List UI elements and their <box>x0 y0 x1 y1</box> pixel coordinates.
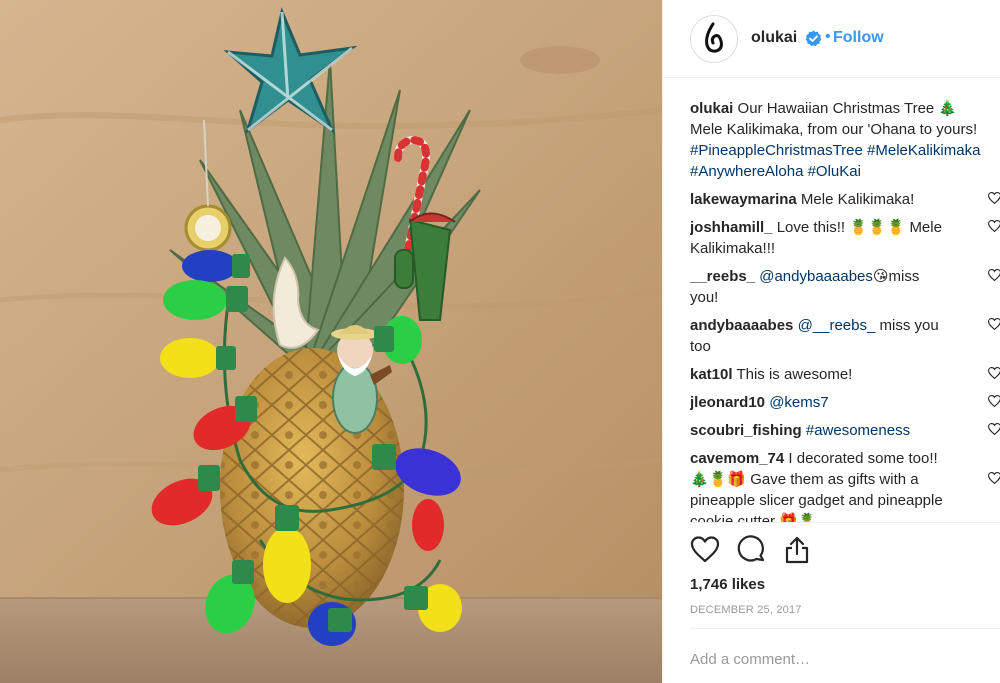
caption-username[interactable]: olukai <box>690 100 733 117</box>
comment-item: __reebs_ @andybaaaabes😘miss you! <box>690 266 1000 308</box>
comment-username[interactable]: lakewaymarina <box>690 191 797 208</box>
comment-username[interactable]: scoubri_fishing <box>690 422 802 439</box>
heart-icon <box>690 536 720 563</box>
verified-badge-icon <box>805 30 822 47</box>
comment-text: Mele Kalikimaka! <box>800 191 915 208</box>
comment-username[interactable]: kat10l <box>690 366 733 383</box>
comment-text: 🎄🍍🎁 Gave them as gifts with a <box>690 471 919 488</box>
caption-hashtags[interactable]: #PineappleChristmasTree #MeleKalikimaka <box>690 142 980 159</box>
comment-heart-icon[interactable] <box>988 472 1000 484</box>
comments-list[interactable]: olukai Our Hawaiian Christmas Tree 🎄 Mel… <box>690 98 1000 522</box>
comment-mention[interactable]: @kems7 <box>769 394 828 411</box>
comment-text: Kalikimaka!!! <box>690 240 776 257</box>
comment-icon <box>737 535 765 562</box>
like-button[interactable] <box>690 535 722 567</box>
comment-text: pineapple slicer gadget and pineapple <box>690 492 943 509</box>
post-details-panel: olukai • Follow olukai Our Hawaiian Chri… <box>662 0 1000 683</box>
comment-heart-icon[interactable] <box>988 220 1000 232</box>
add-comment-input[interactable] <box>690 645 990 673</box>
likes-count[interactable]: 1,746 likes <box>690 576 765 593</box>
comment-button[interactable] <box>737 535 769 567</box>
follow-button[interactable]: Follow <box>833 29 884 47</box>
comment-heart-icon[interactable] <box>988 423 1000 435</box>
comment-text: cookie cutter 🎁🍍 <box>690 513 817 522</box>
avatar[interactable] <box>690 15 738 63</box>
comment-text: Love this!! 🍍🍍🍍 Mele <box>776 219 942 236</box>
comment-item: joshhamill_ Love this!! 🍍🍍🍍 Mele Kalikim… <box>690 217 1000 259</box>
comment-item: lakewaymarina Mele Kalikimaka! <box>690 189 1000 210</box>
comment-text: 😘miss <box>872 268 920 285</box>
comment-text: I decorated some too!! <box>788 450 938 467</box>
comment-text: This is awesome! <box>736 366 853 383</box>
caption-text: Our Hawaiian Christmas Tree 🎄 <box>737 100 958 117</box>
olukai-logo-icon <box>691 16 737 62</box>
share-button[interactable] <box>782 535 814 567</box>
post-date[interactable]: DECEMBER 25, 2017 <box>690 604 802 616</box>
pineapple-christmas-tree-image <box>0 0 662 683</box>
comment-heart-icon[interactable] <box>988 395 1000 407</box>
post-photo[interactable] <box>0 0 662 683</box>
comment-item: andybaaaabes @__reebs_ miss you too <box>690 315 1000 357</box>
comment-username[interactable]: __reebs_ <box>690 268 755 285</box>
comment-username[interactable]: andybaaaabes <box>690 317 793 334</box>
comment-mention[interactable]: @andybaaaabes <box>759 268 873 285</box>
comment-username[interactable]: cavemom_74 <box>690 450 784 467</box>
comment-heart-icon[interactable] <box>988 192 1000 204</box>
caption: olukai Our Hawaiian Christmas Tree 🎄 Mel… <box>690 98 1000 182</box>
comment-item: cavemom_74 I decorated some too!! 🎄🍍🎁 Ga… <box>690 448 1000 522</box>
comment-heart-icon[interactable] <box>988 269 1000 281</box>
separator-dot: • <box>825 28 831 45</box>
comment-mention[interactable]: @__reebs_ <box>798 317 876 334</box>
comment-username[interactable]: joshhamill_ <box>690 219 773 236</box>
comment-hashtag[interactable]: #awesomeness <box>806 422 910 439</box>
share-icon <box>785 536 809 564</box>
divider <box>690 628 1000 629</box>
post-header: olukai • Follow <box>663 0 1000 78</box>
comment-text: you! <box>690 289 719 306</box>
comment-item: kat10l This is awesome! <box>690 364 1000 385</box>
caption-hashtags[interactable]: #AnywhereAloha #OluKai <box>690 163 861 180</box>
comment-item: scoubri_fishing #awesomeness <box>690 420 1000 441</box>
comment-username[interactable]: jleonard10 <box>690 394 765 411</box>
action-bar <box>690 535 1000 567</box>
comment-heart-icon[interactable] <box>988 318 1000 330</box>
comment-text: miss you <box>879 317 939 334</box>
comment-heart-icon[interactable] <box>988 367 1000 379</box>
caption-text: Mele Kalikimaka, from our 'Ohana to your… <box>690 121 978 138</box>
post-author-username[interactable]: olukai <box>751 29 797 47</box>
divider <box>690 522 1000 523</box>
comment-item: jleonard10 @kems7 <box>690 392 1000 413</box>
comment-text: too <box>690 338 711 355</box>
